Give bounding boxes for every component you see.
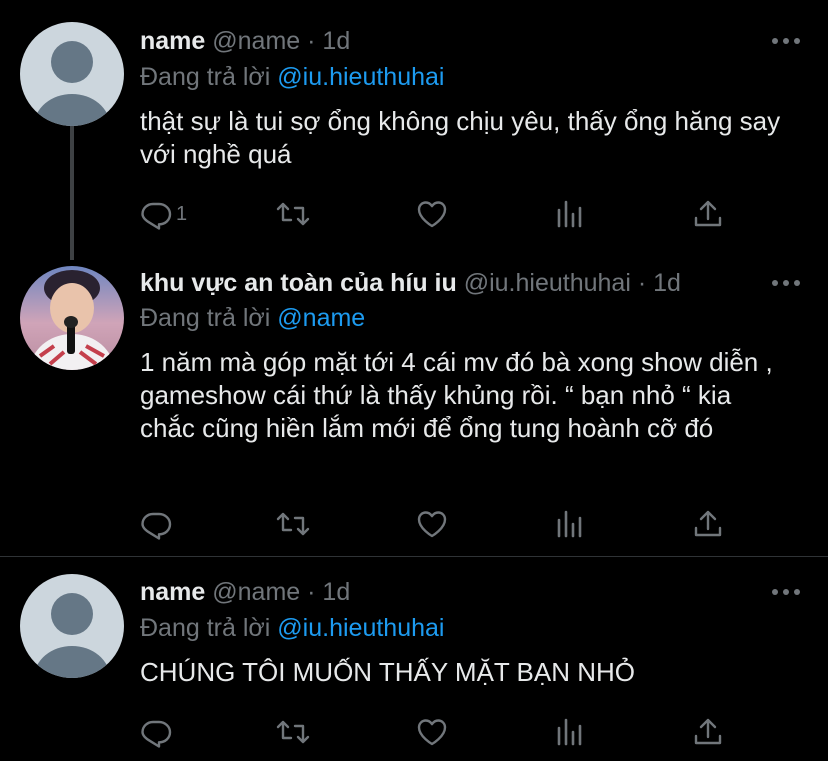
more-options-icon[interactable] <box>772 280 800 288</box>
separator-dot: · <box>637 269 647 297</box>
tweet-header: name @name · 1d <box>140 577 350 607</box>
analytics-button[interactable] <box>554 716 586 748</box>
analytics-icon <box>557 510 582 538</box>
display-name[interactable]: khu vực an toàn của híu iu <box>140 269 457 297</box>
timestamp[interactable]: 1d <box>653 269 681 297</box>
share-button[interactable] <box>692 716 724 748</box>
replying-prefix: Đang trả lời <box>140 63 271 91</box>
reply-count: 1 <box>176 202 188 225</box>
avatar[interactable] <box>20 22 124 126</box>
reply-button[interactable]: 1 <box>140 198 187 230</box>
tweet-actions: 1 <box>140 198 740 230</box>
share-button[interactable] <box>692 508 724 540</box>
separator-dot: · <box>307 27 316 55</box>
user-handle[interactable]: @name <box>212 578 300 606</box>
share-icon <box>694 200 722 227</box>
analytics-icon <box>557 718 582 746</box>
tweet-actions <box>140 508 740 540</box>
tweet-text: thật sự là tui sợ ổng không chịu yêu, th… <box>140 106 781 169</box>
like-button[interactable] <box>416 198 448 230</box>
analytics-icon <box>557 200 582 228</box>
avatar[interactable] <box>20 574 124 678</box>
replying-to: Đang trả lời @iu.hieuthuhai <box>140 62 444 92</box>
tweet-header: khu vực an toàn của híu iu @iu.hieuthuha… <box>140 268 681 298</box>
more-options-icon[interactable] <box>772 589 800 597</box>
display-name[interactable]: name <box>140 27 205 55</box>
retweet-icon <box>276 720 310 744</box>
tweet-header: name @name · 1d <box>140 26 350 56</box>
tweet[interactable]: name @name · 1d Đang trả lời @iu.hieuthu… <box>0 0 828 260</box>
analytics-button[interactable] <box>554 508 586 540</box>
retweet-icon <box>276 202 310 226</box>
tweet[interactable]: khu vực an toàn của híu iu @iu.hieuthuha… <box>0 260 828 556</box>
timestamp[interactable]: 1d <box>322 27 350 55</box>
like-icon <box>417 719 447 746</box>
retweet-button[interactable] <box>276 198 310 230</box>
replying-prefix: Đang trả lời <box>140 614 271 642</box>
like-button[interactable] <box>416 716 448 748</box>
default-avatar-icon <box>34 593 110 678</box>
replying-to-link[interactable]: @name <box>277 304 365 332</box>
display-name[interactable]: name <box>140 578 205 606</box>
timestamp[interactable]: 1d <box>322 578 350 606</box>
replying-to-link[interactable]: @iu.hieuthuhai <box>277 614 444 642</box>
reply-icon <box>141 202 172 230</box>
share-icon <box>694 510 722 537</box>
reply-button[interactable] <box>140 716 176 748</box>
more-options-icon[interactable] <box>772 38 800 46</box>
replying-to: Đang trả lời @iu.hieuthuhai <box>140 613 444 643</box>
replying-to-link[interactable]: @iu.hieuthuhai <box>277 63 444 91</box>
retweet-button[interactable] <box>276 508 310 540</box>
user-handle[interactable]: @iu.hieuthuhai <box>464 269 631 297</box>
retweet-button[interactable] <box>276 716 310 748</box>
share-button[interactable] <box>692 198 724 230</box>
user-handle[interactable]: @name <box>212 27 300 55</box>
reply-button[interactable] <box>140 508 176 540</box>
avatar[interactable] <box>20 266 124 370</box>
reply-icon <box>141 512 172 540</box>
like-icon <box>417 511 447 538</box>
tweet-actions <box>140 716 740 748</box>
like-button[interactable] <box>416 508 448 540</box>
analytics-button[interactable] <box>554 198 586 230</box>
replying-to: Đang trả lời @name <box>140 303 365 333</box>
share-icon <box>694 718 722 745</box>
retweet-icon <box>276 512 310 536</box>
tweet-text: 1 năm mà góp mặt tới 4 cái mv đó bà xong… <box>140 347 773 443</box>
tweet[interactable]: name @name · 1d Đang trả lời @iu.hieuthu… <box>0 557 828 761</box>
like-icon <box>417 201 447 228</box>
reply-icon <box>141 720 172 748</box>
replying-prefix: Đang trả lời <box>140 304 271 332</box>
default-avatar-icon <box>34 41 110 126</box>
separator-dot: · <box>307 578 316 606</box>
profile-photo-icon <box>28 270 116 370</box>
tweet-text: CHÚNG TÔI MUỐN THẤY MẶT BẠN NHỎ <box>140 657 636 687</box>
